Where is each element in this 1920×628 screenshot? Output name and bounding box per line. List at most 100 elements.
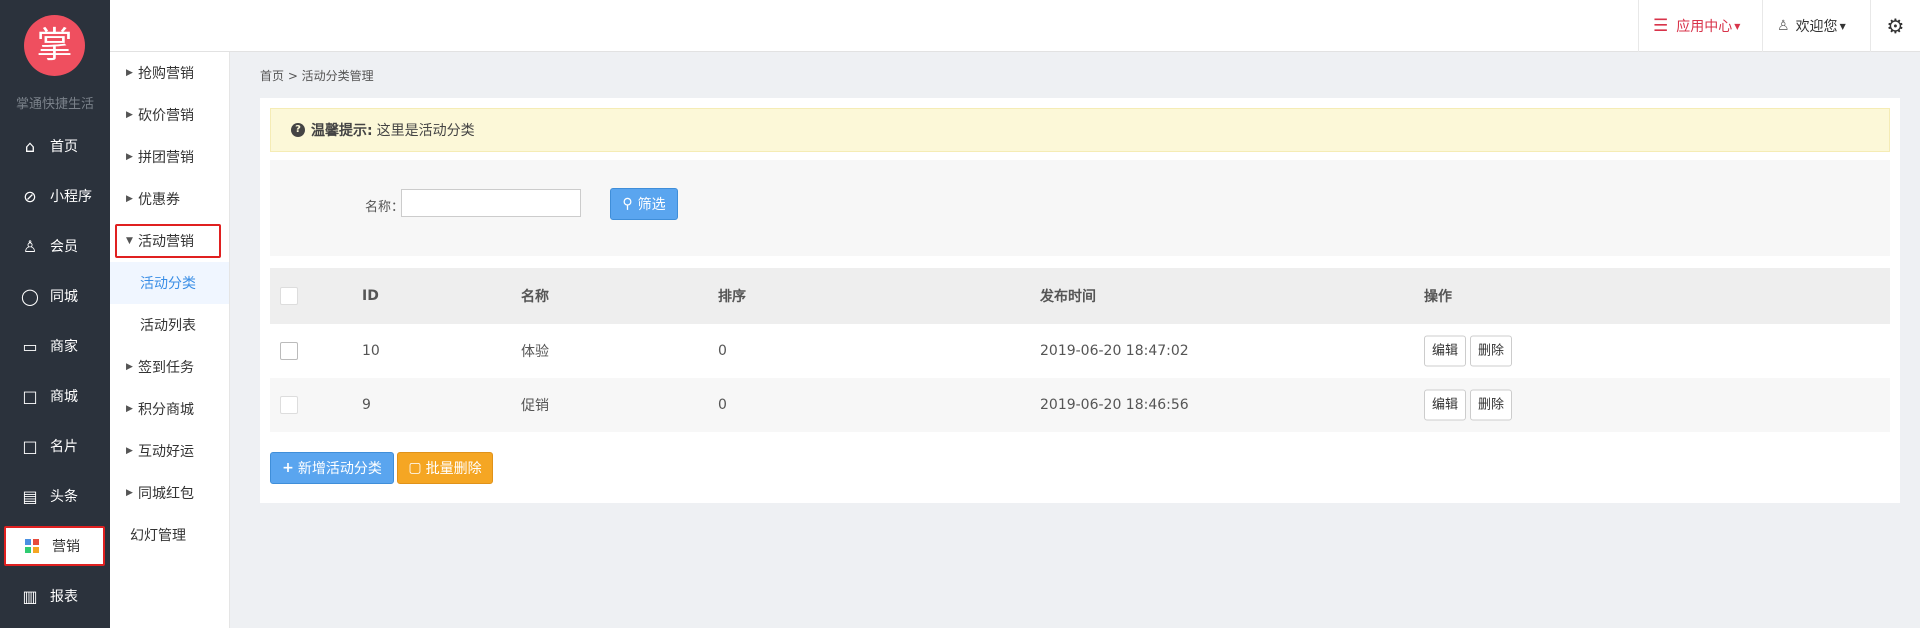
row-checkbox[interactable] — [280, 396, 298, 414]
search-icon: ⚲ — [622, 196, 633, 212]
subnav-item-activity-marketing[interactable]: ▼ 活动营销 — [115, 224, 221, 258]
subnav-item-flash-sale[interactable]: ▶ 抢购营销 — [110, 52, 229, 94]
nav-item-mall[interactable]: □ 商城 — [0, 371, 110, 421]
nav-item-label: 会员 — [50, 239, 78, 255]
filter-bar: 名称： ⚲ 筛选 — [270, 160, 1890, 256]
app-center-label: 应用中心 — [1676, 19, 1733, 35]
nav-item-label: 同城 — [50, 289, 78, 305]
subnav-item-slide-manage[interactable]: 幻灯管理 — [110, 514, 229, 556]
subnav-label: 砍价营销 — [138, 108, 194, 124]
nav-item-news[interactable]: ▤ 头条 — [0, 471, 110, 521]
city-icon: ◯ — [21, 286, 39, 306]
subnav-label: 同城红包 — [138, 486, 194, 502]
row-id: 10 — [362, 343, 380, 359]
subnav-item-activity-list[interactable]: 活动列表 — [110, 304, 229, 346]
caret-right-icon: ▶ — [126, 194, 133, 204]
subnav-label: 优惠券 — [138, 192, 180, 208]
header-id: ID — [362, 288, 379, 304]
select-all-checkbox[interactable] — [280, 287, 298, 305]
top-bar: ☰ 应用中心 ▼ ♙ 欢迎您 ▼ ⚙ — [110, 0, 1920, 52]
tip-text: 这里是活动分类 — [376, 123, 475, 139]
caret-right-icon: ▶ — [126, 488, 133, 498]
edit-button[interactable]: 编辑 — [1424, 389, 1467, 421]
delete-button[interactable]: 删除 — [1470, 335, 1513, 367]
brand-logo[interactable]: 掌 — [24, 15, 85, 76]
nav-item-card[interactable]: □ 名片 — [0, 421, 110, 471]
nav-item-member[interactable]: ♙ 会员 — [0, 221, 110, 271]
main-sidebar: 掌 掌通快捷生活 ⌂ 首页 ⊘ 小程序 ♙ 会员 ◯ 同城 ▭ 商家 □ 商城 □ 名片 ▤ 头… — [0, 0, 110, 628]
nav-item-shop[interactable]: ▭ 商家 — [0, 321, 110, 371]
nav-item-home[interactable]: ⌂ 首页 — [0, 121, 110, 171]
nav-item-label: 报表 — [50, 589, 78, 605]
nav-item-label: 商城 — [50, 389, 78, 405]
menu-icon: ☰ — [1653, 16, 1669, 36]
subnav-item-bargain[interactable]: ▶ 砍价营销 — [110, 94, 229, 136]
user-icon: ♙ — [1777, 18, 1790, 34]
row-checkbox[interactable] — [280, 342, 298, 360]
nav-item-report[interactable]: ▥ 报表 — [0, 571, 110, 621]
row-name: 体验 — [521, 344, 549, 360]
content-panel: ? 温馨提示: 这里是活动分类 名称： ⚲ 筛选 ID 名称 排序 发布时间 操… — [260, 98, 1900, 503]
subnav-label: 活动分类 — [140, 276, 196, 292]
nav-item-label: 营销 — [52, 539, 80, 555]
nav-item-miniprogram[interactable]: ⊘ 小程序 — [0, 171, 110, 221]
tip-title: 温馨提示: — [311, 123, 373, 139]
app-center-menu[interactable]: ☰ 应用中心 ▼ — [1638, 0, 1762, 52]
name-filter-label: 名称： — [365, 200, 405, 215]
add-category-button[interactable]: + 新增活动分类 — [270, 452, 394, 484]
marketing-icon — [22, 536, 42, 556]
nav-item-label: 首页 — [50, 139, 78, 155]
table-header: ID 名称 排序 发布时间 操作 — [270, 268, 1890, 324]
caret-right-icon: ▶ — [126, 362, 133, 372]
gear-icon[interactable]: ⚙ — [1870, 0, 1920, 52]
brand-name: 掌通快捷生活 — [15, 97, 94, 112]
breadcrumb: 首页 > 活动分类管理 — [260, 69, 374, 83]
nav-item-label: 名片 — [50, 439, 78, 455]
subnav-item-points-mall[interactable]: ▶ 积分商城 — [110, 388, 229, 430]
header-time: 发布时间 — [1040, 289, 1096, 305]
subnav-label: 拼团营销 — [138, 150, 194, 166]
news-icon: ▤ — [22, 486, 38, 506]
member-icon: ♙ — [22, 236, 38, 256]
nav-item-label: 小程序 — [50, 189, 92, 205]
delete-button[interactable]: 删除 — [1470, 389, 1513, 421]
nav-item-city[interactable]: ◯ 同城 — [0, 271, 110, 321]
subnav-label: 积分商城 — [138, 402, 194, 418]
subnav-item-city-redpacket[interactable]: ▶ 同城红包 — [110, 472, 229, 514]
name-filter-input[interactable] — [401, 189, 581, 217]
subnav-label: 抢购营销 — [138, 66, 194, 82]
caret-right-icon: ▶ — [126, 110, 133, 120]
filter-button[interactable]: ⚲ 筛选 — [610, 188, 678, 220]
main-nav: ⌂ 首页 ⊘ 小程序 ♙ 会员 ◯ 同城 ▭ 商家 □ 商城 □ 名片 ▤ 头条 营销 ▥ 报表 — [0, 121, 110, 621]
subnav-label: 互动好运 — [138, 444, 194, 460]
mall-icon: □ — [22, 386, 38, 406]
table-row: 10 体验 0 2019-06-20 18:47:02 编辑 删除 — [270, 324, 1890, 378]
row-id: 9 — [362, 397, 371, 413]
welcome-label: 欢迎您 — [1795, 19, 1838, 35]
row-actions: 编辑 删除 — [1424, 335, 1516, 367]
subnav-item-activity-category[interactable]: 活动分类 — [110, 262, 229, 304]
nav-item-label: 头条 — [50, 489, 78, 505]
plus-icon: + — [282, 460, 294, 476]
chevron-down-icon: ▼ — [1839, 21, 1846, 31]
chevron-down-icon: ▼ — [1734, 21, 1741, 31]
subnav-label: 活动列表 — [140, 318, 196, 334]
miniprogram-icon: ⊘ — [23, 186, 37, 206]
sub-sidebar: ▶ 抢购营销 ▶ 砍价营销 ▶ 拼团营销 ▶ 优惠券 ▼ 活动营销 活动分类 活动列表 ▶… — [110, 52, 230, 628]
batch-delete-button[interactable]: ▢ 批量删除 — [397, 452, 493, 484]
category-table: ID 名称 排序 发布时间 操作 10 体验 0 2019-06-20 18:4… — [270, 268, 1890, 432]
shop-icon: ▭ — [22, 336, 38, 356]
nav-item-marketing[interactable]: 营销 — [4, 526, 105, 566]
row-name: 促销 — [521, 398, 549, 414]
card-icon: □ — [22, 436, 38, 456]
user-menu[interactable]: ♙ 欢迎您 ▼ — [1762, 0, 1870, 52]
subnav-item-signin-task[interactable]: ▶ 签到任务 — [110, 346, 229, 388]
edit-button[interactable]: 编辑 — [1424, 335, 1467, 367]
nav-item-label: 商家 — [50, 339, 78, 355]
subnav-item-group-buy[interactable]: ▶ 拼团营销 — [110, 136, 229, 178]
home-icon: ⌂ — [24, 136, 36, 156]
question-icon: ? — [291, 123, 305, 137]
subnav-item-interactive-luck[interactable]: ▶ 互动好运 — [110, 430, 229, 472]
subnav-item-coupon[interactable]: ▶ 优惠券 — [110, 178, 229, 220]
subnav-label: 签到任务 — [138, 360, 194, 376]
